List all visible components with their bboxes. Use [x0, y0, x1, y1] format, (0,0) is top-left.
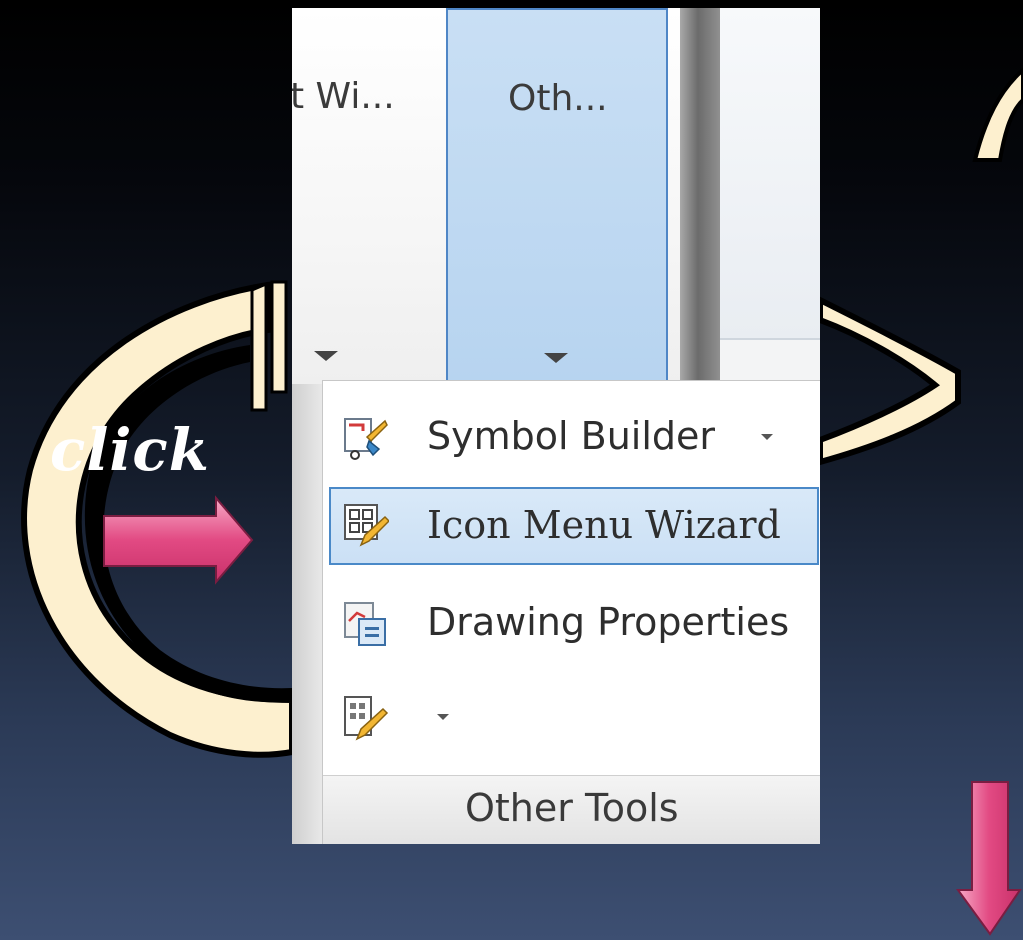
chevron-down-icon: [314, 351, 338, 361]
click-annotation: click: [50, 416, 210, 484]
menu-item-label: Icon Menu Wizard: [427, 503, 781, 547]
panel-title: Other Tools: [465, 786, 679, 830]
menu-item-symbol-builder[interactable]: Symbol Builder: [329, 401, 819, 473]
pointer-arrow-down: [956, 781, 1022, 936]
chevron-down-icon: [544, 353, 568, 363]
ribbon-screenshot: it Wi... Oth... Symbol Builder: [292, 8, 820, 844]
right-swoosh: [817, 295, 961, 466]
ribbon-button-label: Oth...: [508, 78, 608, 119]
chevron-down-icon[interactable]: [761, 434, 773, 440]
menu-item-drawing-properties[interactable]: Drawing Properties: [329, 587, 819, 659]
symbol-builder-icon: [344, 418, 388, 460]
ribbon-button-edit-wizard[interactable]: it Wi...: [292, 8, 442, 384]
slide: click it Wi... Oth... Sy: [0, 0, 1023, 940]
icon-menu-wizard-icon: [344, 504, 389, 547]
menu-item-label: Symbol Builder: [427, 414, 716, 458]
ribbon-button-other-tools[interactable]: Oth...: [446, 8, 668, 384]
ribbon-left-shadow: [292, 384, 322, 844]
menu-item-icon-menu-wizard[interactable]: Icon Menu Wizard: [329, 487, 819, 565]
chevron-down-icon[interactable]: [437, 714, 449, 720]
menu-item-editor[interactable]: [329, 681, 819, 753]
ribbon-right-pane: [720, 8, 820, 340]
menu-item-label: Drawing Properties: [427, 600, 790, 644]
left-swoosh-bar: [270, 280, 288, 394]
editor-icon: [344, 696, 389, 741]
other-tools-dropdown-menu: Symbol Builder Icon Menu Wizard Drawing …: [322, 380, 820, 844]
ribbon-button-label: it Wi...: [292, 76, 395, 117]
ribbon-scroll-bar: [680, 8, 720, 388]
panel-title-bar: Other Tools: [323, 775, 820, 844]
drawing-properties-icon: [344, 602, 386, 646]
pointer-arrow-right: [103, 495, 254, 585]
